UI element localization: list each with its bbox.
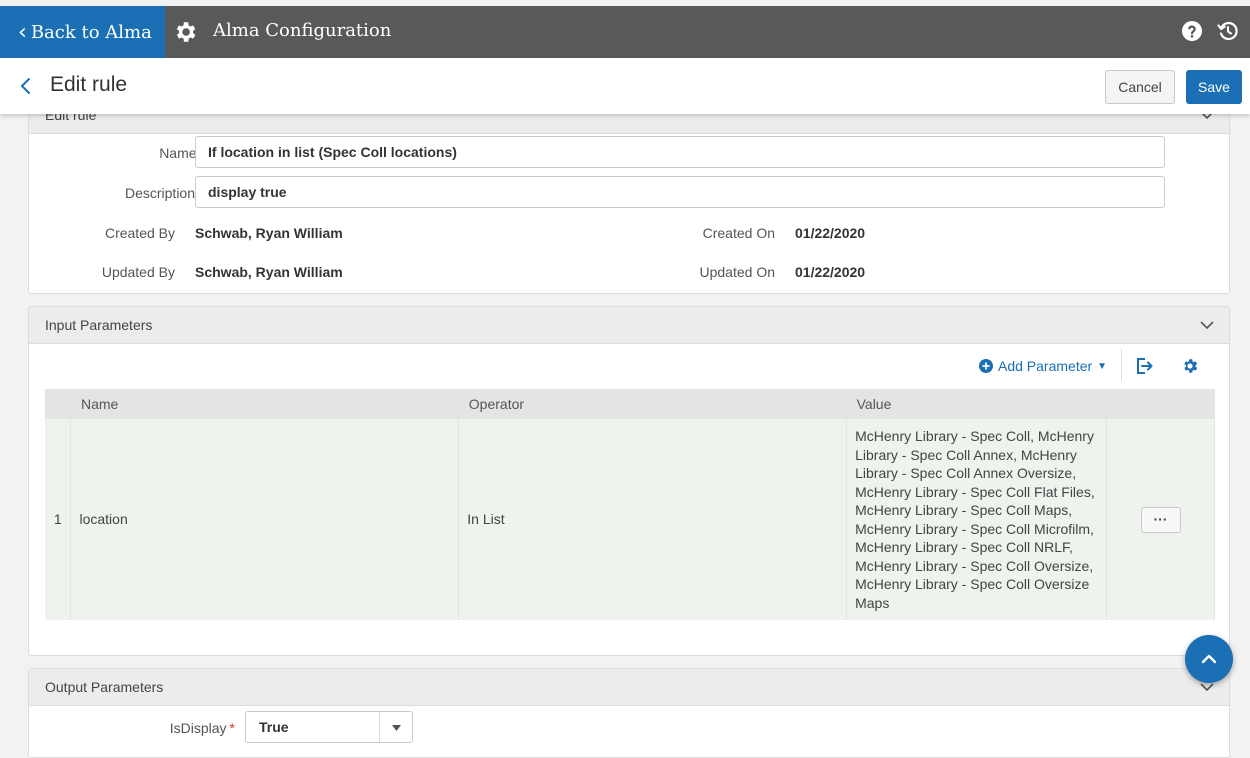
- save-button[interactable]: Save: [1186, 70, 1242, 104]
- input-parameters-title: Input Parameters: [45, 317, 153, 333]
- row-actions: ···: [1106, 419, 1215, 620]
- required-marker: *: [229, 720, 235, 736]
- updated-by-value: Schwab, Ryan William: [195, 264, 343, 280]
- add-parameter-button[interactable]: Add Parameter ▼: [979, 358, 1107, 374]
- help-icon[interactable]: [1180, 19, 1204, 43]
- created-by-value: Schwab, Ryan William: [195, 225, 343, 241]
- plus-circle-icon: [979, 359, 993, 373]
- row-actions-button[interactable]: ···: [1140, 506, 1181, 533]
- table-header-index: [45, 389, 71, 419]
- updated-by-label: Updated By: [101, 264, 175, 280]
- caret-down-icon: ▼: [1097, 360, 1108, 372]
- back-to-alma-button[interactable]: ‹ Back to Alma: [0, 6, 165, 58]
- output-parameters-panel: Output Parameters IsDisplay * True: [28, 668, 1230, 758]
- input-parameters-panel-header[interactable]: Input Parameters: [29, 307, 1229, 344]
- select-divider: [379, 712, 380, 742]
- isdisplay-label: IsDisplay *: [169, 720, 235, 736]
- scroll-to-top-button[interactable]: [1185, 635, 1233, 683]
- cancel-button[interactable]: Cancel: [1105, 70, 1175, 104]
- back-arrow-icon[interactable]: [16, 76, 36, 96]
- back-to-alma-label: Back to Alma: [30, 21, 152, 43]
- chevron-up-icon: [1201, 654, 1217, 664]
- row-index: 1: [45, 419, 72, 620]
- column-header-actions: [1106, 389, 1215, 419]
- table-row[interactable]: 1 location In List McHenry Library - Spe…: [45, 419, 1215, 620]
- chevron-left-icon: ‹: [18, 19, 27, 45]
- page-title: Edit rule: [50, 73, 128, 96]
- chevron-down-icon[interactable]: [1199, 319, 1215, 331]
- description-field[interactable]: display true: [195, 176, 1165, 208]
- output-parameters-title: Output Parameters: [45, 679, 164, 695]
- history-icon[interactable]: [1216, 19, 1240, 43]
- add-parameter-label: Add Parameter: [998, 358, 1093, 374]
- app-title: Alma Configuration: [213, 20, 392, 41]
- row-name: location: [70, 419, 460, 620]
- input-parameters-panel: Input Parameters Add Parameter ▼ Name Op…: [28, 306, 1230, 656]
- updated-on-label: Updated On: [699, 264, 776, 280]
- top-bar: ‹ Back to Alma Alma Configuration: [0, 6, 1250, 58]
- export-icon[interactable]: [1135, 357, 1153, 375]
- isdisplay-select[interactable]: True: [245, 711, 413, 743]
- created-by-label: Created By: [104, 225, 175, 241]
- created-on-label: Created On: [702, 225, 775, 241]
- output-parameters-panel-header[interactable]: Output Parameters: [29, 669, 1229, 706]
- gear-icon[interactable]: [1181, 357, 1199, 375]
- row-value: McHenry Library - Spec Coll, McHenry Lib…: [846, 419, 1107, 620]
- caret-down-icon: [392, 725, 401, 731]
- row-operator: In List: [458, 419, 848, 620]
- updated-on-value: 01/22/2020: [795, 264, 866, 280]
- input-parameters-table: Name Operator Value 1 location In List M…: [45, 389, 1215, 620]
- isdisplay-selected-value: True: [259, 719, 289, 735]
- gear-icon: [176, 22, 196, 42]
- column-header-operator: Operator: [458, 389, 847, 419]
- created-on-value: 01/22/2020: [795, 225, 866, 241]
- name-field[interactable]: If location in list (Spec Coll locations…: [195, 136, 1165, 168]
- edit-rule-panel: Edit rule Name* If location in list (Spe…: [28, 96, 1230, 294]
- toolbar-divider: [1121, 349, 1122, 381]
- column-header-name: Name: [70, 389, 459, 419]
- description-label: Description: [124, 185, 195, 201]
- column-header-value: Value: [846, 389, 1107, 419]
- page-header: Edit rule Cancel Save: [0, 58, 1250, 114]
